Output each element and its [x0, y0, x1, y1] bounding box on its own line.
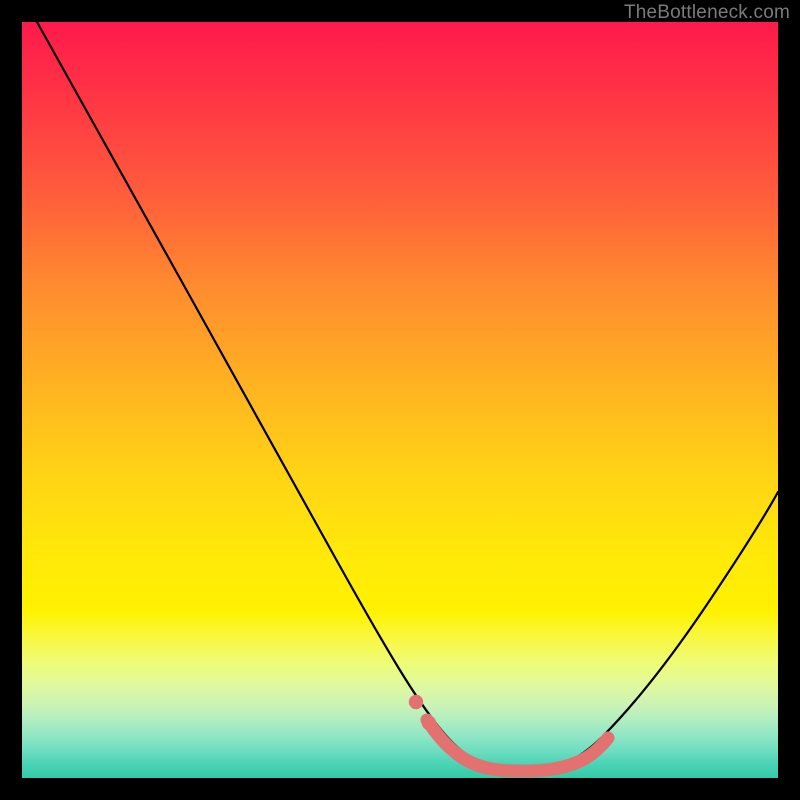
plot-area: [22, 22, 778, 778]
bottleneck-curve-path: [37, 22, 778, 771]
watermark-text: TheBottleneck.com: [624, 2, 790, 24]
highlight-segment: [427, 720, 608, 771]
chart-stage: TheBottleneck.com: [0, 0, 800, 800]
curve-layer: [22, 22, 778, 778]
highlight-dot: [422, 716, 436, 730]
highlight-dot: [409, 695, 423, 709]
